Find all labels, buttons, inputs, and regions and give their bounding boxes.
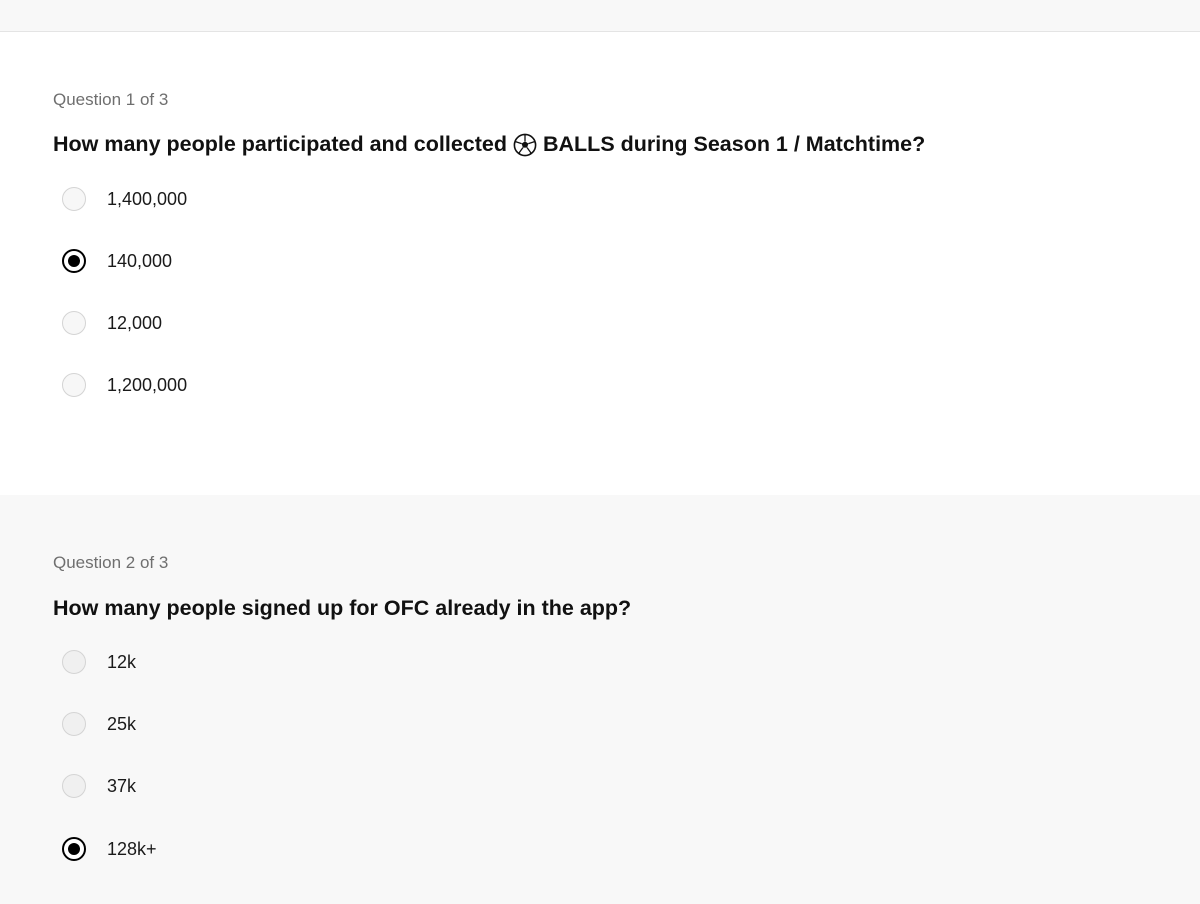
question-title: How many people participated and collect…: [53, 132, 925, 157]
answer-option-label: 1,200,000: [107, 374, 188, 395]
answer-option-label: 1,400,000: [107, 188, 188, 209]
answer-option[interactable]: 12k: [62, 648, 136, 676]
radio-button[interactable]: [62, 187, 86, 211]
question-counter: Question 2 of 3: [53, 553, 169, 572]
radio-button[interactable]: [62, 712, 86, 736]
top-bar: [0, 0, 1200, 32]
radio-button[interactable]: [62, 774, 86, 798]
answer-option[interactable]: 12,000: [62, 309, 162, 337]
radio-button[interactable]: [62, 311, 86, 335]
radio-button[interactable]: [62, 373, 86, 397]
answer-option[interactable]: 37k: [62, 772, 136, 800]
answer-option[interactable]: 1,200,000: [62, 371, 187, 399]
question-counter: Question 1 of 3: [53, 90, 169, 109]
answer-option-label: 12,000: [107, 312, 163, 333]
question-title-text-start: How many people participated and collect…: [53, 132, 507, 156]
question-title-text-end: BALLS during Season 1 / Matchtime?: [543, 132, 926, 156]
question-2-section: Question 2 of 3 How many people signed u…: [0, 495, 1200, 904]
radio-button-selected[interactable]: [62, 837, 86, 861]
answer-option-label: 140,000: [107, 250, 173, 271]
answer-option-label: 37k: [107, 775, 137, 796]
question-1-section: Question 1 of 3 How many people particip…: [0, 32, 1200, 495]
answer-option-label: 25k: [107, 713, 137, 734]
answer-option-label: 12k: [107, 651, 137, 672]
answer-option[interactable]: 128k+: [62, 835, 157, 863]
soccer-ball-icon: [513, 133, 537, 157]
answer-option[interactable]: 1,400,000: [62, 185, 187, 213]
question-title: How many people signed up for OFC alread…: [53, 596, 632, 620]
answer-option-label: 128k+: [107, 838, 157, 859]
answer-option[interactable]: 140,000: [62, 247, 172, 275]
radio-button[interactable]: [62, 650, 86, 674]
radio-button-selected[interactable]: [62, 249, 86, 273]
answer-option[interactable]: 25k: [62, 710, 136, 738]
